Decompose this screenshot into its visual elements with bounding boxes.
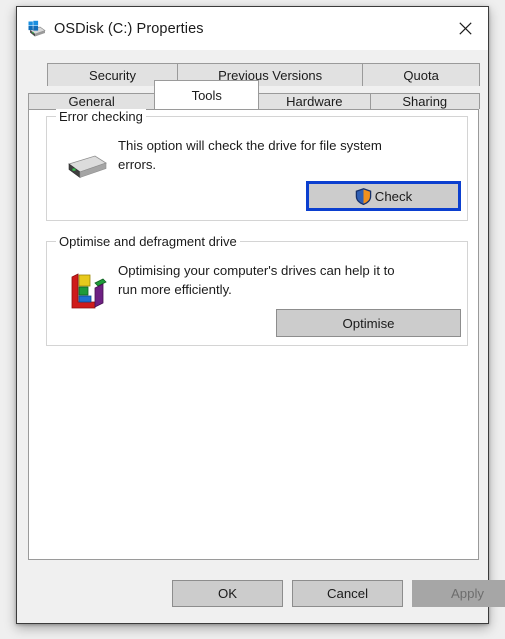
title-bar: OSDisk (C:) Properties xyxy=(17,7,488,50)
apply-button: Apply xyxy=(412,580,505,607)
cancel-button[interactable]: Cancel xyxy=(292,580,403,607)
tab-sharing[interactable]: Sharing xyxy=(369,93,480,109)
close-icon xyxy=(458,22,472,35)
group-error-checking-title: Error checking xyxy=(56,109,146,124)
tab-general-label: General xyxy=(68,94,115,109)
dialog-footer: OK Cancel Apply xyxy=(17,565,505,623)
check-button-label: Check xyxy=(374,188,413,204)
cancel-button-label: Cancel xyxy=(326,586,369,601)
tab-quota-label: Quota xyxy=(403,67,439,83)
window-title: OSDisk (C:) Properties xyxy=(54,20,204,37)
defragment-icon xyxy=(65,269,109,313)
tab-hardware-label: Hardware xyxy=(286,94,343,109)
hard-drive-icon xyxy=(65,144,109,188)
tab-tools[interactable]: Tools xyxy=(154,80,260,109)
optimise-button-label: Optimise xyxy=(342,315,395,331)
apply-button-label: Apply xyxy=(451,586,484,601)
close-button[interactable] xyxy=(442,7,488,50)
tab-quota[interactable]: Quota xyxy=(362,63,480,86)
check-button[interactable]: Check xyxy=(306,181,461,211)
optimise-button[interactable]: Optimise xyxy=(276,309,461,337)
tab-general[interactable]: General xyxy=(28,93,156,109)
group-optimise-defragment: Optimise and defragment drive Optimising… xyxy=(46,234,468,346)
error-checking-description: This option will check the drive for fil… xyxy=(118,138,382,172)
properties-dialog: OSDisk (C:) Properties Security Previous… xyxy=(16,6,505,624)
tab-sharing-label: Sharing xyxy=(402,94,448,109)
tab-tools-label: Tools xyxy=(191,87,222,103)
dialog-body: Security Previous Versions Quota General… xyxy=(17,50,505,623)
tab-hardware[interactable]: Hardware xyxy=(258,93,371,109)
ok-button[interactable]: OK xyxy=(172,580,283,607)
uac-shield-icon xyxy=(355,187,372,205)
desktop-background: OSDisk (C:) Properties Security Previous… xyxy=(0,0,505,639)
optimise-description: Optimising your computer's drives can he… xyxy=(118,263,395,297)
tab-security-label: Security xyxy=(89,67,137,83)
drive-windows-icon xyxy=(26,19,46,39)
group-optimise-title: Optimise and defragment drive xyxy=(56,234,240,249)
group-error-checking: Error checking This option will check th… xyxy=(46,109,468,221)
ok-button-label: OK xyxy=(217,586,238,601)
tab-row-upper: Security Previous Versions Quota xyxy=(47,63,480,86)
tab-strip: Security Previous Versions Quota General… xyxy=(28,63,480,109)
tab-row-lower: General Tools Hardware Sharing xyxy=(28,80,480,109)
